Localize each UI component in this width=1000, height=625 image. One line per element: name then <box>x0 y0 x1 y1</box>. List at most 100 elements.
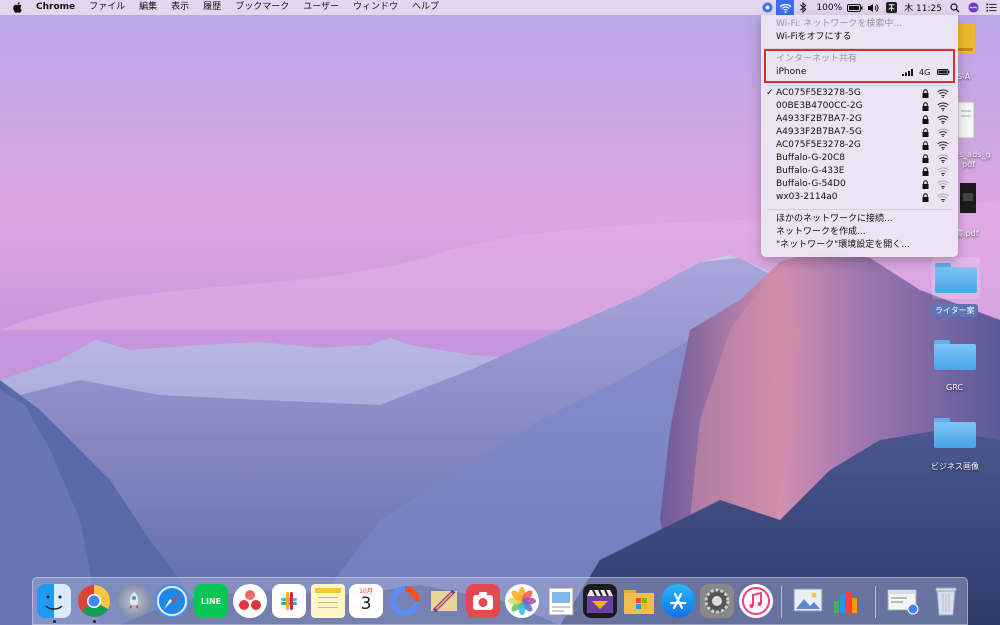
network-item[interactable]: A4933F2B7BA7-5G <box>761 126 958 139</box>
calendar-day: 3 <box>360 594 372 614</box>
network-item[interactable]: Buffalo-G-54D0 <box>761 178 958 191</box>
network-item[interactable]: Buffalo-G-20C8 <box>761 152 958 165</box>
network-name: Buffalo-G-54D0 <box>776 179 846 189</box>
lock-icon <box>922 180 929 189</box>
wifi-status-text: Wi-Fi: ネットワークを検索中... <box>776 19 902 29</box>
desktop-folder-grc[interactable] <box>934 337 978 373</box>
dock-itunes[interactable] <box>739 584 773 618</box>
desktop-label-grc: GRC <box>946 383 963 392</box>
dock-photos[interactable] <box>505 584 539 618</box>
dock-office-folder[interactable] <box>622 584 656 618</box>
slack-icon <box>281 592 297 610</box>
wifi-dropdown-menu: Wi-Fi: ネットワークを検索中... Wi-Fiをオフにする インターネット… <box>761 15 958 257</box>
dock-preview[interactable] <box>544 584 578 618</box>
menu-bar: Chrome ファイル 編集 表示 履歴 ブックマーク ユーザー ウィンドウ ヘ… <box>0 0 1000 15</box>
volume-icon[interactable] <box>864 0 882 15</box>
wifi-turn-off-item[interactable]: Wi-Fiをオフにする <box>761 31 958 44</box>
document-photo-icon <box>548 587 574 616</box>
network-item[interactable]: 00BE3B4700CC-2G <box>761 100 958 113</box>
lock-icon <box>922 154 929 163</box>
battery-icon[interactable] <box>846 0 864 15</box>
menu-bookmarks[interactable]: ブックマーク <box>228 0 296 15</box>
app-store-icon <box>669 592 687 610</box>
menu-bar-status: 100% 木 11:25 <box>758 0 1000 15</box>
ring-icon <box>390 586 420 616</box>
dock-app-drawing[interactable] <box>427 584 461 618</box>
wifi-signal-icon <box>937 180 949 189</box>
desktop-label-3: pdf <box>962 160 975 169</box>
bar-chart-icon <box>834 591 857 613</box>
drive-icon <box>955 24 975 54</box>
dock-separator <box>781 586 782 618</box>
bluetooth-icon[interactable] <box>794 0 812 15</box>
menu-file[interactable]: ファイル <box>82 0 132 15</box>
menu-history[interactable]: 履歴 <box>196 0 228 15</box>
spotlight-search-icon[interactable] <box>946 0 964 15</box>
menu-view[interactable]: 表示 <box>164 0 196 15</box>
desktop-icon-file-1[interactable] <box>955 20 975 60</box>
finder-icon <box>45 595 63 610</box>
desktop-icon-file-2[interactable] <box>957 100 975 140</box>
dock-chrome[interactable] <box>77 584 111 618</box>
network-item[interactable]: ✓ AC075F5E3278-5G <box>761 87 958 100</box>
dock-launchpad[interactable] <box>117 584 151 618</box>
network-item[interactable]: AC075F5E3278-2G <box>761 139 958 152</box>
network-item[interactable]: A4933F2B7BA7-2G <box>761 113 958 126</box>
network-item[interactable]: wx03-2114a0 <box>761 191 958 204</box>
dock-app-dots[interactable] <box>233 584 267 618</box>
clapperboard-icon <box>587 589 613 613</box>
dock-image-viewer[interactable] <box>791 584 825 618</box>
dock-calendar[interactable]: 10月 3 <box>349 584 383 618</box>
hotspot-iphone-item[interactable]: iPhone 4G <box>761 66 958 79</box>
gear-icon <box>704 588 730 614</box>
open-network-prefs-item[interactable]: "ネットワーク"環境設定を開く... <box>761 239 958 252</box>
join-other-network-item[interactable]: ほかのネットワークに接続... <box>761 213 958 226</box>
menu-help[interactable]: ヘルプ <box>405 0 446 15</box>
status-app-icon[interactable] <box>758 0 776 15</box>
network-item[interactable]: Buffalo-G-433E <box>761 165 958 178</box>
notes-icon <box>315 588 341 608</box>
dock-safari[interactable] <box>155 584 189 618</box>
dock-slack[interactable] <box>272 584 306 618</box>
apple-icon[interactable] <box>12 2 23 13</box>
dock-app-camera[interactable] <box>466 584 500 618</box>
lock-icon <box>922 89 929 98</box>
dock-app-ring[interactable] <box>388 584 422 618</box>
desktop-icon-file-4[interactable] <box>960 183 976 213</box>
wifi-signal-icon <box>937 193 949 202</box>
input-method-icon[interactable] <box>882 0 900 15</box>
dock-notes[interactable] <box>311 584 345 618</box>
dock: LINE 10月 3 <box>32 577 968 625</box>
dock-chart-app[interactable] <box>830 584 864 618</box>
folder-icon <box>935 263 977 293</box>
trash-icon <box>935 587 957 616</box>
siri-icon[interactable] <box>964 0 982 15</box>
desktop-folder-writer[interactable] <box>932 257 980 299</box>
dock-final-cut[interactable] <box>583 584 617 618</box>
desktop-label-writer: ライター案 <box>932 304 978 317</box>
dock-app-store[interactable] <box>661 584 695 618</box>
notification-center-icon[interactable] <box>982 0 1000 15</box>
create-network-item[interactable]: ネットワークを作成... <box>761 226 958 239</box>
hotspot-battery-icon <box>937 69 950 75</box>
menu-app-name[interactable]: Chrome <box>29 0 82 15</box>
desktop-label-4: 書.pdf <box>955 229 979 238</box>
desktop-folder-business[interactable] <box>934 415 978 451</box>
network-name: A4933F2B7BA7-2G <box>776 114 862 124</box>
clock[interactable]: 木 11:25 <box>900 1 946 14</box>
menu-window[interactable]: ウィンドウ <box>346 0 405 15</box>
menu-users[interactable]: ユーザー <box>296 0 346 15</box>
hotspot-network-type: 4G <box>919 68 931 77</box>
dock-line[interactable]: LINE <box>194 584 228 618</box>
wifi-status-icon[interactable] <box>776 0 795 15</box>
battery-percentage[interactable]: 100% <box>812 3 846 13</box>
cellular-signal-icon <box>902 69 913 76</box>
menu-edit[interactable]: 編集 <box>132 0 164 15</box>
lock-icon <box>922 141 929 150</box>
dock-trash[interactable] <box>929 584 963 618</box>
dock-minimized-window[interactable] <box>886 584 920 618</box>
dock-finder[interactable] <box>37 584 71 618</box>
desktop-label-2: s_ads_g <box>959 150 991 159</box>
compass-icon <box>157 586 187 616</box>
dock-system-preferences[interactable] <box>700 584 734 618</box>
